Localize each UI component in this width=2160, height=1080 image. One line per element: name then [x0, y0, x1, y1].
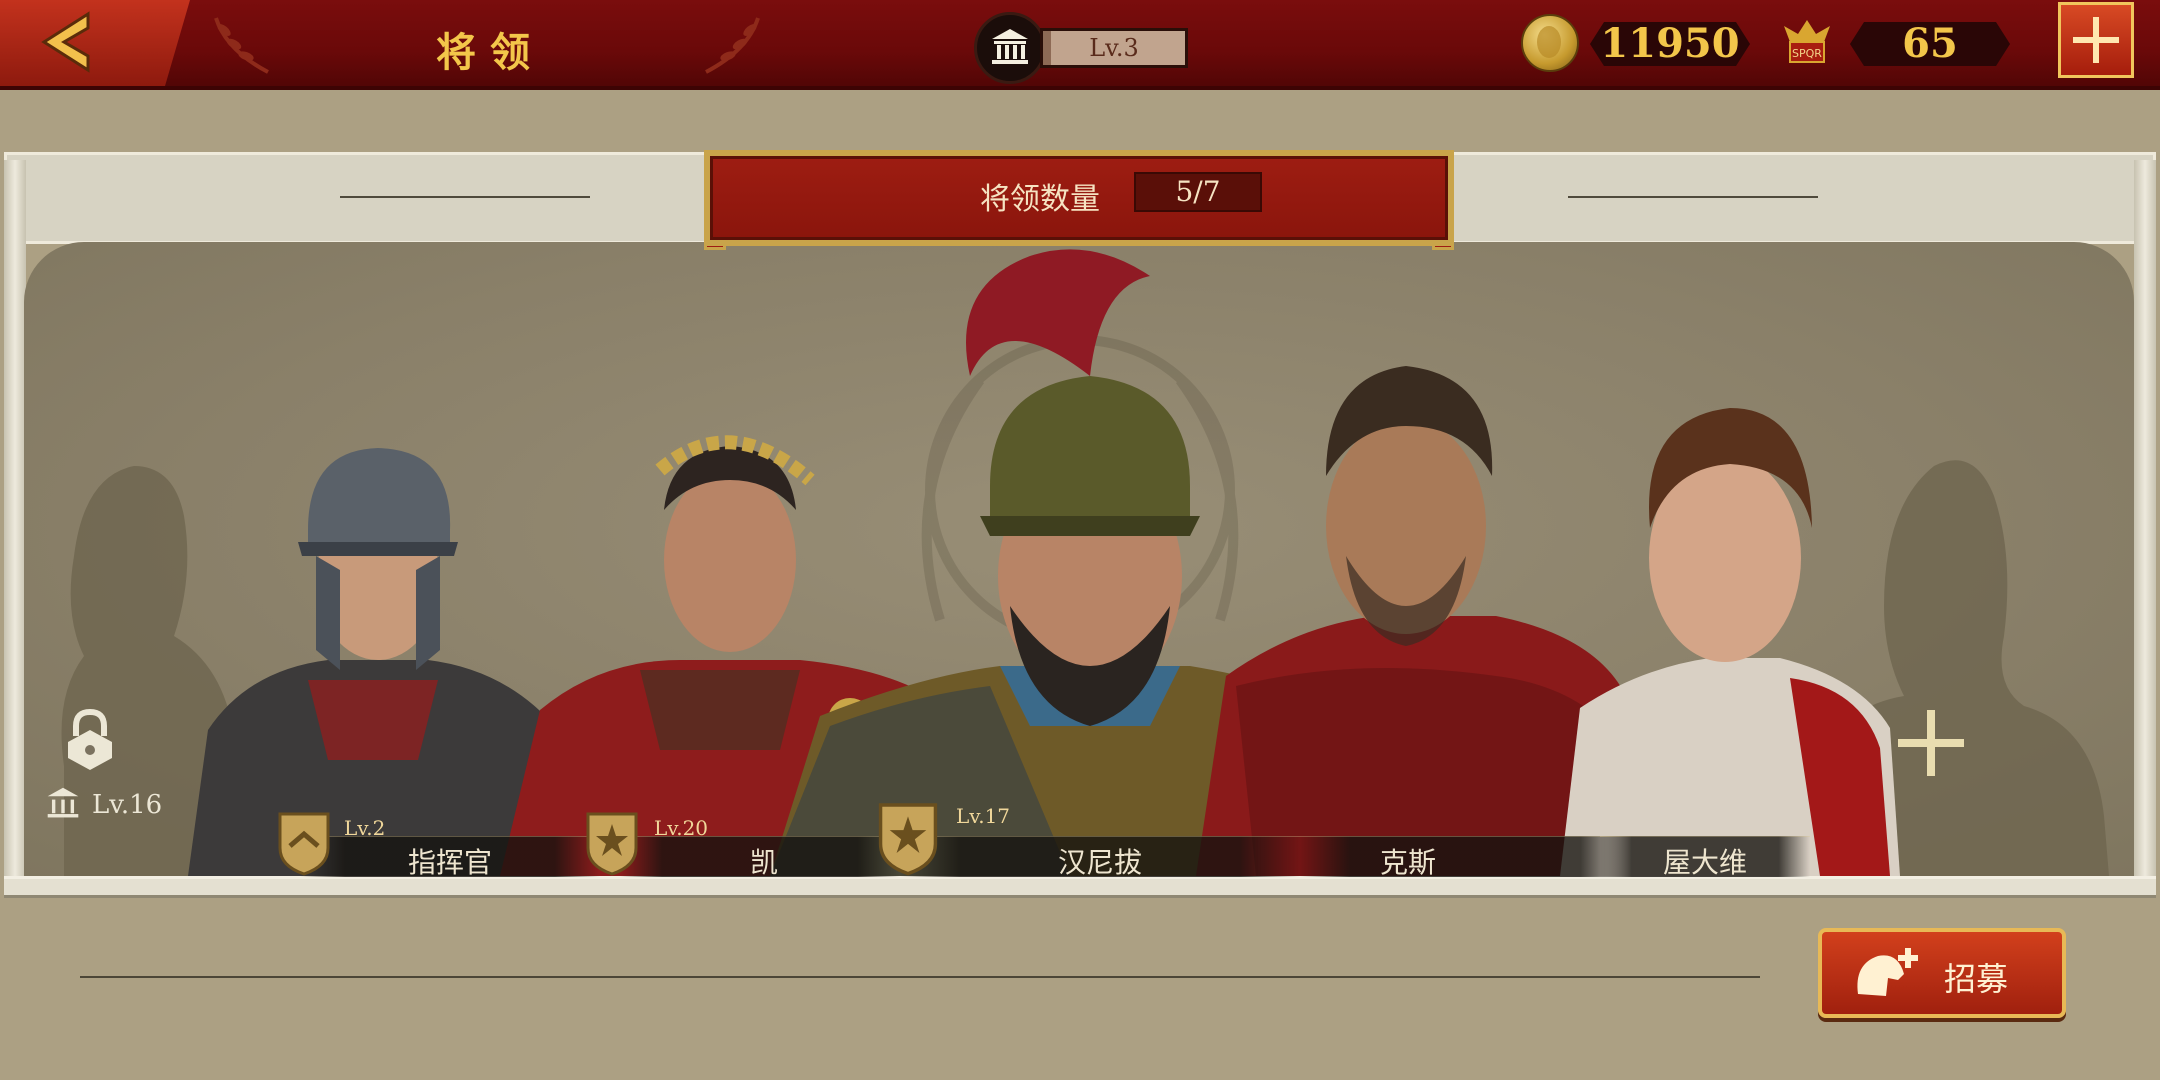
rank-star-icon — [586, 812, 638, 876]
nameplate-caesar: 凯 — [620, 836, 900, 879]
nameplate-octavian: 屋大维 — [1600, 836, 1810, 879]
nameplate-hannibal: 汉尼拔 — [900, 836, 1300, 879]
nameplate-krixos: 克斯 — [1300, 836, 1630, 879]
temple-building-icon[interactable] — [974, 12, 1046, 84]
lock-icon — [68, 708, 112, 770]
recruit-label: 招募 — [1944, 960, 2009, 998]
gold-amount: 11950 — [1590, 22, 1750, 66]
header-divider-right — [1568, 196, 1818, 198]
top-bar: 将领 Lv.3 11950 SPQR 65 — [0, 0, 2160, 90]
general-level: Lv.17 — [956, 804, 1011, 828]
rank-chevron-icon — [278, 812, 330, 876]
general-name: 屋大维 — [1662, 846, 1747, 879]
add-resources-button[interactable] — [2058, 2, 2134, 78]
unlock-level-label: Lv.16 — [92, 790, 163, 820]
spqr-eagle-icon: SPQR — [1784, 20, 1830, 63]
right-column — [2134, 160, 2156, 880]
building-level-label: Lv.3 — [1040, 28, 1188, 68]
octavian-portrait — [1560, 408, 1900, 876]
laurel-right-icon — [705, 17, 760, 74]
general-count-label: 将领数量 — [980, 182, 1100, 217]
general-name: 指挥官 — [407, 846, 492, 879]
helmet-plus-icon — [1857, 948, 1918, 996]
laurel-left-icon — [214, 17, 269, 74]
spqr-amount: 65 — [1850, 22, 2010, 66]
gold-coin-icon — [1521, 14, 1579, 72]
nameplate-commander: 指挥官 — [300, 836, 600, 879]
recruit-button[interactable]: 招募 — [1818, 928, 2066, 1018]
back-arrow-icon — [41, 11, 90, 73]
general-card-octavian[interactable] — [1560, 388, 1900, 876]
general-name: 克斯 — [1380, 846, 1437, 879]
rank-star-icon — [878, 803, 938, 876]
general-name: 汉尼拔 — [1057, 846, 1142, 879]
bottom-divider — [80, 976, 1760, 978]
general-level: Lv.20 — [654, 816, 709, 840]
left-column — [4, 160, 26, 880]
general-count-value: 5/7 — [1134, 172, 1262, 212]
building-small-icon — [47, 787, 79, 818]
general-name: 凯 — [750, 846, 779, 879]
header-divider-left — [340, 196, 590, 198]
page-title: 将领 — [436, 30, 544, 76]
general-level: Lv.2 — [344, 816, 386, 840]
svg-text:SPQR: SPQR — [1792, 47, 1822, 60]
back-button[interactable] — [0, 0, 190, 86]
